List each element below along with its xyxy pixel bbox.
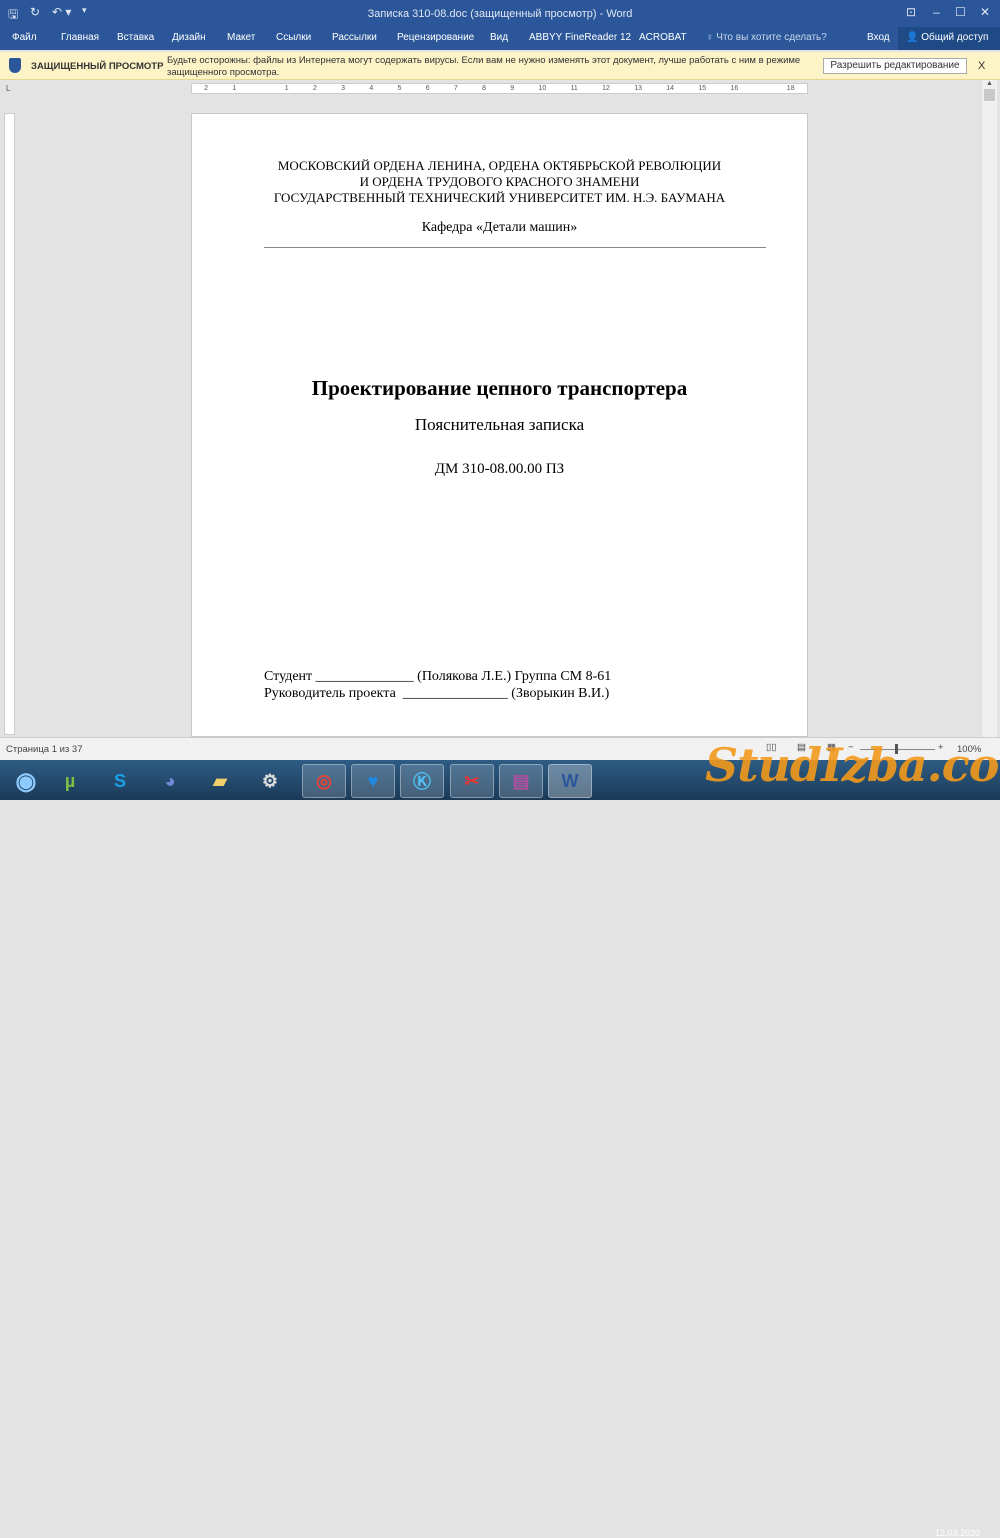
person-icon: 👤 bbox=[906, 32, 922, 43]
ruler-tick: 1 bbox=[232, 85, 237, 92]
scroll-up-icon[interactable]: ▲ bbox=[982, 80, 997, 87]
ruler-tick: 7 bbox=[453, 85, 458, 92]
maximize-icon[interactable]: ☐ bbox=[955, 5, 966, 19]
ruler-tick: 15 bbox=[698, 85, 707, 92]
close-icon[interactable]: ✕ bbox=[980, 5, 990, 19]
ruler-tick: 2 bbox=[204, 85, 209, 92]
document-page[interactable]: МОСКОВСКИЙ ОРДЕНА ЛЕНИНА, ОРДЕНА ОКТЯБРЬ… bbox=[191, 113, 808, 737]
student-line: Студент ______________ (Полякова Л.Е.) Г… bbox=[264, 669, 612, 684]
header-divider bbox=[264, 247, 766, 248]
ruler-tick: 1 bbox=[284, 85, 289, 92]
snipping-tool-icon[interactable]: ✂ bbox=[450, 764, 494, 798]
university-header: МОСКОВСКИЙ ОРДЕНА ЛЕНИНА, ОРДЕНА ОКТЯБРЬ… bbox=[192, 158, 807, 206]
supervisor-line: Руководитель проекта _______________ (Зв… bbox=[264, 686, 610, 701]
ruler-tick: 2 bbox=[312, 85, 317, 92]
ruler-tick: 11 bbox=[570, 85, 578, 92]
tab-references[interactable]: Ссылки bbox=[276, 32, 311, 43]
tab-layout[interactable]: Макет bbox=[227, 32, 255, 43]
k-app-icon[interactable]: Ⓚ bbox=[400, 764, 444, 798]
steam-icon[interactable]: ⚙ bbox=[248, 764, 292, 798]
winrar-icon[interactable]: ▤ bbox=[499, 764, 543, 798]
enable-editing-button[interactable]: Разрешить редактирование bbox=[823, 58, 967, 74]
ruler-tick: 8 bbox=[482, 85, 487, 92]
tab-review[interactable]: Рецензирование bbox=[397, 32, 474, 43]
share-button[interactable]: 👤 Общий доступ bbox=[898, 27, 1000, 50]
window-title: Записка 310-08.doc (защищенный просмотр)… bbox=[367, 8, 633, 20]
vertical-scrollbar[interactable]: ▲ bbox=[981, 80, 997, 737]
tab-view[interactable]: Вид bbox=[490, 32, 508, 43]
ruler-tick: 3 bbox=[341, 85, 346, 92]
file-explorer-icon[interactable]: ▰ bbox=[198, 764, 242, 798]
chrome-icon[interactable]: ◎ bbox=[302, 764, 346, 798]
shield-icon bbox=[9, 58, 21, 73]
document-title: Проектирование цепного транспортера bbox=[311, 376, 688, 400]
document-subtitle: Пояснительная записка bbox=[414, 415, 585, 434]
tab-home[interactable]: Главная bbox=[61, 32, 99, 43]
horizontal-ruler[interactable]: 2 1 1 2 3 4 5 6 7 8 9 10 11 12 13 14 15 16 18 bbox=[191, 83, 808, 94]
header-line: МОСКОВСКИЙ ОРДЕНА ЛЕНИНА, ОРДЕНА ОКТЯБРЬ… bbox=[277, 158, 722, 173]
clock-date[interactable]: 12.03.2020 bbox=[935, 1528, 980, 1538]
tab-acrobat[interactable]: ACROBAT bbox=[639, 32, 687, 43]
start-button-icon[interactable]: ◉ bbox=[4, 764, 48, 798]
ruler-tick: 12 bbox=[602, 85, 610, 92]
ribbon-display-options-icon[interactable]: ⊡ bbox=[906, 5, 916, 19]
protected-view-label: ЗАЩИЩЕННЫЙ ПРОСМОТР bbox=[31, 61, 164, 72]
heart-app-icon[interactable]: ♥ bbox=[351, 764, 395, 798]
minimize-icon[interactable]: – bbox=[933, 5, 940, 19]
ribbon-tabs: Файл Главная Вставка Дизайн Макет Ссылки… bbox=[0, 27, 1000, 50]
utorrent-icon[interactable]: µ bbox=[48, 764, 92, 798]
ruler-tick: 14 bbox=[666, 85, 675, 92]
sign-in-link[interactable]: Вход bbox=[867, 32, 890, 43]
header-line: И ОРДЕНА ТРУДОВОГО КРАСНОГО ЗНАМЕНИ bbox=[359, 174, 640, 189]
tab-file[interactable]: Файл bbox=[12, 32, 37, 43]
tab-design[interactable]: Дизайн bbox=[172, 32, 206, 43]
ruler-tick: 13 bbox=[634, 85, 642, 92]
share-label: Общий доступ bbox=[921, 32, 989, 43]
ruler-tick: 18 bbox=[786, 85, 795, 92]
title-bar: 🖫 ↻ ↶ ▾ ▾ Записка 310-08.doc (защищенный… bbox=[0, 0, 1000, 27]
ruler-tick: 10 bbox=[538, 85, 547, 92]
discord-icon[interactable]: ◕ bbox=[148, 764, 192, 798]
vertical-ruler[interactable] bbox=[4, 113, 15, 735]
signatures: Студент ______________ (Полякова Л.Е.) Г… bbox=[264, 668, 611, 702]
scroll-thumb[interactable] bbox=[984, 89, 995, 101]
studizba-watermark-logo: StudIzba.com bbox=[705, 738, 1000, 792]
tab-mailings[interactable]: Рассылки bbox=[332, 32, 377, 43]
document-code: ДМ 310-08.00.00 ПЗ bbox=[434, 461, 565, 477]
word-icon[interactable]: W bbox=[548, 764, 592, 798]
ruler-tick: 16 bbox=[730, 85, 739, 92]
tell-me-search[interactable]: ♀ Что вы хотите сделать? bbox=[706, 32, 827, 43]
page-count[interactable]: Страница 1 из 37 bbox=[6, 744, 83, 755]
header-line: ГОСУДАРСТВЕННЫЙ ТЕХНИЧЕСКИЙ УНИВЕРСИТЕТ … bbox=[273, 190, 726, 205]
ruler-tick: 9 bbox=[510, 85, 515, 92]
tab-selector-icon[interactable]: L bbox=[6, 84, 10, 93]
lightbulb-icon: ♀ bbox=[706, 32, 717, 43]
department: Кафедра «Детали машин» bbox=[421, 220, 578, 235]
skype-icon[interactable]: S bbox=[98, 764, 142, 798]
ruler-tick: 5 bbox=[397, 85, 402, 92]
ruler-tick: 6 bbox=[425, 85, 430, 92]
close-bar-icon[interactable]: X bbox=[978, 60, 985, 72]
tab-abbyy[interactable]: ABBYY FineReader 12 bbox=[529, 32, 631, 43]
tab-insert[interactable]: Вставка bbox=[117, 32, 154, 43]
tell-me-placeholder: Что вы хотите сделать? bbox=[716, 32, 827, 43]
ruler-tick: 4 bbox=[369, 85, 374, 92]
protected-view-message: Будьте осторожны: файлы из Интернета мог… bbox=[167, 55, 801, 78]
protected-view-bar: ЗАЩИЩЕННЫЙ ПРОСМОТР Будьте осторожны: фа… bbox=[0, 52, 1000, 80]
